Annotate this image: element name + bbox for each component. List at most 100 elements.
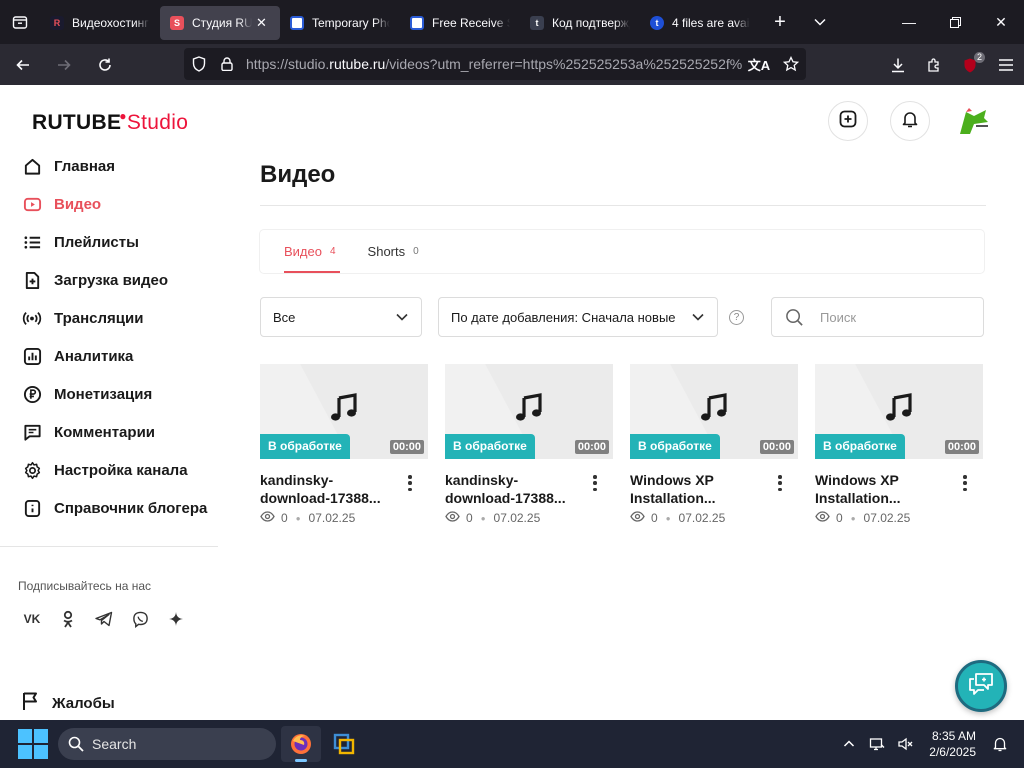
upload-video-button[interactable] bbox=[828, 101, 868, 141]
search-input[interactable] bbox=[820, 309, 970, 325]
views-count: 0 bbox=[281, 511, 288, 525]
reload-icon[interactable] bbox=[87, 49, 123, 81]
browser-tab[interactable]: R Видеохостинг bbox=[40, 6, 160, 40]
close-window-icon[interactable]: ✕ bbox=[978, 0, 1024, 44]
sort-dropdown[interactable]: По дате добавления: Сначала новые bbox=[438, 297, 718, 337]
sidebar-item-analytics[interactable]: Аналитика bbox=[0, 337, 218, 375]
virtualbox-taskbar-icon[interactable] bbox=[324, 726, 364, 762]
vk-icon[interactable]: VK bbox=[18, 605, 46, 633]
views-count: 0 bbox=[466, 511, 473, 525]
sidebar-item-label: Загрузка видео bbox=[54, 271, 169, 289]
help-question-icon[interactable]: ? bbox=[729, 310, 744, 325]
extensions-puzzle-icon[interactable] bbox=[916, 49, 952, 81]
firefox-taskbar-icon[interactable] bbox=[281, 726, 321, 762]
browser-tab[interactable]: Free Receive SMS bbox=[400, 6, 520, 40]
more-options-icon[interactable] bbox=[587, 473, 603, 493]
restore-window-icon[interactable] bbox=[932, 0, 978, 44]
notification-bell-icon[interactable] bbox=[986, 720, 1014, 768]
sidebar-divider bbox=[0, 546, 218, 547]
video-title[interactable]: Windows XP Installation... bbox=[815, 471, 945, 507]
back-arrow-icon[interactable] bbox=[5, 49, 41, 81]
video-card[interactable]: В обработке 00:00 Windows XP Installation… bbox=[815, 364, 983, 525]
video-meta: 0 ● 07.02.25 bbox=[630, 511, 798, 525]
duration-label: 00:00 bbox=[944, 440, 979, 454]
chevron-down-icon bbox=[395, 310, 409, 327]
sidebar-item-comments[interactable]: Комментарии bbox=[0, 413, 218, 451]
tab-video[interactable]: Видео 4 bbox=[284, 230, 340, 273]
video-thumbnail[interactable]: В обработке 00:00 bbox=[815, 364, 983, 459]
chevron-down-icon[interactable] bbox=[800, 0, 840, 44]
address-bar[interactable]: https://studio.rutube.ru/videos?utm_refe… bbox=[184, 48, 806, 80]
more-options-icon[interactable] bbox=[957, 473, 973, 493]
hamburger-menu-icon[interactable] bbox=[988, 49, 1024, 81]
page-title: Видео bbox=[260, 161, 336, 188]
browser-tab-title: Студия RUTUBE bbox=[192, 16, 252, 30]
notifications-button[interactable] bbox=[890, 101, 930, 141]
taskbar-search[interactable]: Search bbox=[58, 728, 276, 760]
sidebar-item-channel-settings[interactable]: Настройка канала bbox=[0, 451, 218, 489]
sidebar-item-broadcasts[interactable]: Трансляции bbox=[0, 299, 218, 337]
dzen-icon[interactable] bbox=[162, 605, 190, 633]
music-note-icon bbox=[331, 393, 357, 421]
video-title[interactable]: Windows XP Installation... bbox=[630, 471, 760, 507]
tab-shorts[interactable]: Shorts 0 bbox=[368, 230, 423, 273]
more-options-icon[interactable] bbox=[402, 473, 418, 493]
list-all-tabs-icon[interactable] bbox=[0, 0, 40, 44]
video-card[interactable]: В обработке 00:00 kandinsky-download-173… bbox=[445, 364, 613, 525]
more-options-icon[interactable] bbox=[772, 473, 788, 493]
windows-start-icon[interactable] bbox=[18, 729, 48, 759]
title-divider bbox=[260, 205, 986, 206]
downloads-icon[interactable] bbox=[880, 49, 916, 81]
book-icon bbox=[22, 498, 42, 518]
type-filter-dropdown[interactable]: Все bbox=[260, 297, 422, 337]
sidebar-item-upload[interactable]: Загрузка видео bbox=[0, 261, 218, 299]
windows-taskbar: Search 8:35 AM 2/6/2025 bbox=[0, 720, 1024, 768]
sidebar-item-monetization[interactable]: Монетизация bbox=[0, 375, 218, 413]
viber-icon[interactable] bbox=[126, 605, 154, 633]
ruble-icon bbox=[22, 384, 42, 404]
minimize-window-icon[interactable]: — bbox=[886, 0, 932, 44]
lock-icon[interactable] bbox=[214, 48, 240, 80]
translate-icon[interactable]: 文A bbox=[744, 48, 774, 80]
browser-tab-bar: R Видеохостинг S Студия RUTUBE ✕ Tempora… bbox=[0, 0, 1024, 44]
odnoklassniki-icon[interactable] bbox=[54, 605, 82, 633]
video-thumbnail[interactable]: В обработке 00:00 bbox=[445, 364, 613, 459]
taskbar-clock[interactable]: 8:35 AM 2/6/2025 bbox=[929, 728, 976, 760]
video-thumbnail[interactable]: В обработке 00:00 bbox=[260, 364, 428, 459]
sidebar-item-video[interactable]: Видео bbox=[0, 185, 218, 223]
rutube-studio-logo[interactable]: RUTUBE●Studio bbox=[32, 109, 188, 135]
new-tab-icon[interactable]: + bbox=[760, 0, 800, 44]
browser-tab[interactable]: t 4 files are available bbox=[640, 6, 760, 40]
bookmark-star-icon[interactable] bbox=[776, 48, 806, 80]
music-note-icon bbox=[701, 393, 727, 421]
telegram-icon[interactable] bbox=[90, 605, 118, 633]
follow-us-title: Подписывайтесь на нас bbox=[18, 579, 152, 593]
avatar[interactable] bbox=[952, 101, 994, 141]
sidebar-item-blogger-guide[interactable]: Справочник блогера bbox=[0, 489, 218, 527]
video-thumbnail[interactable]: В обработке 00:00 bbox=[630, 364, 798, 459]
close-tab-icon[interactable]: ✕ bbox=[256, 15, 270, 31]
ublock-extension-icon[interactable]: 2 bbox=[952, 49, 988, 81]
forward-arrow-icon[interactable] bbox=[46, 49, 82, 81]
sidebar-item-home[interactable]: Главная bbox=[0, 147, 218, 185]
content-tabs: Видео 4 Shorts 0 bbox=[260, 230, 984, 273]
sidebar-item-complaints[interactable]: Жалобы bbox=[22, 691, 115, 716]
network-icon[interactable] bbox=[863, 720, 891, 768]
rutube-studio-favicon-icon: S bbox=[170, 16, 184, 30]
video-card[interactable]: В обработке 00:00 kandinsky-download-173… bbox=[260, 364, 428, 525]
browser-tab[interactable]: Temporary Phone bbox=[280, 6, 400, 40]
extension-badge: 2 bbox=[973, 51, 985, 63]
support-chat-button[interactable] bbox=[955, 660, 1007, 712]
video-card[interactable]: В обработке 00:00 Windows XP Installation… bbox=[630, 364, 798, 525]
volume-muted-icon[interactable] bbox=[891, 720, 919, 768]
chevron-up-icon[interactable] bbox=[835, 720, 863, 768]
tracking-protection-shield-icon[interactable] bbox=[186, 48, 212, 80]
bell-icon bbox=[901, 110, 919, 133]
video-title[interactable]: kandinsky-download-17388... bbox=[260, 471, 390, 507]
tab-count: 4 bbox=[329, 246, 336, 257]
sidebar-item-playlists[interactable]: Плейлисты bbox=[0, 223, 218, 261]
video-title[interactable]: kandinsky-download-17388... bbox=[445, 471, 575, 507]
browser-tab[interactable]: t Код подтверждения bbox=[520, 6, 640, 40]
browser-tab-active[interactable]: S Студия RUTUBE ✕ bbox=[160, 6, 280, 40]
tab-label: Shorts bbox=[367, 244, 406, 259]
